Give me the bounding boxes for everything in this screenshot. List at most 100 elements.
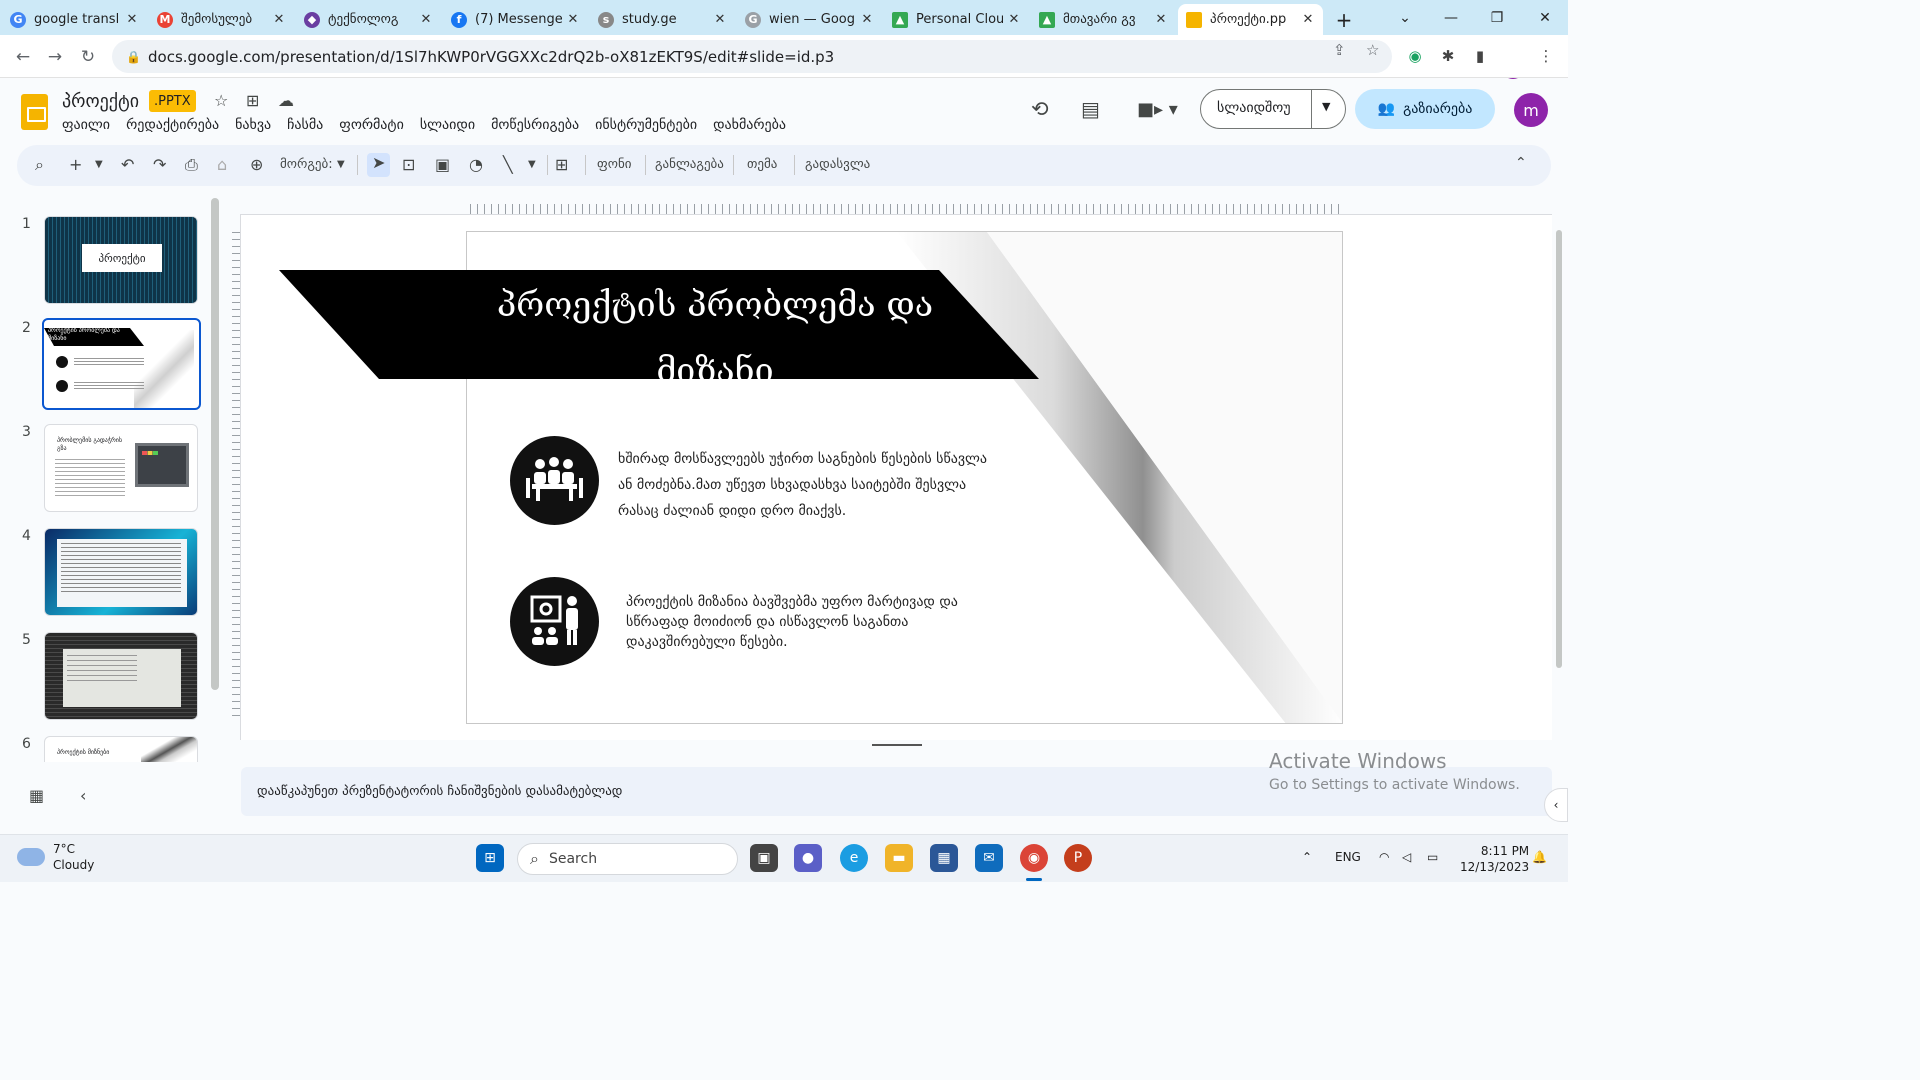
menu-format[interactable]: ფორმატი <box>339 117 404 133</box>
browser-tab-active[interactable]: პროექტი.pp ✕ <box>1178 4 1323 35</box>
browser-tab[interactable]: ◆ ტექნოლოგ ✕ <box>296 4 441 35</box>
reload-icon[interactable]: ↻ <box>75 44 101 70</box>
powerpoint-icon[interactable]: P <box>1064 844 1092 872</box>
battery-icon[interactable]: ▭ <box>1427 850 1438 864</box>
store-icon[interactable]: ▦ <box>930 844 958 872</box>
slide-thumbnail-2[interactable]: პროექტის პრობლემა და მიზანი <box>42 318 201 410</box>
browser-tab[interactable]: G wien — Goog ✕ <box>737 4 882 35</box>
transition-button[interactable]: გადასვლა <box>805 157 870 172</box>
canvas-scrollbar[interactable] <box>1556 230 1562 668</box>
search-menus-icon[interactable]: ⌕ <box>35 155 44 175</box>
comment-add-icon[interactable]: ⊞ <box>555 155 568 174</box>
zoom-icon[interactable]: ⊕ <box>250 155 263 174</box>
problem-text[interactable]: ხშირად მოსწავლეებს უჭირთ საგნების წესები… <box>618 446 987 524</box>
close-icon[interactable]: ✕ <box>272 12 286 27</box>
collapse-filmstrip-icon[interactable]: ‹ <box>80 786 86 805</box>
browser-tab[interactable]: G google transl ✕ <box>2 4 147 35</box>
slide-thumbnail-3[interactable]: პრობლემის გადაჭრის გზა <box>44 424 198 512</box>
slide-thumbnail-1[interactable]: პროექტი <box>44 216 198 304</box>
close-icon[interactable]: ✕ <box>1154 12 1168 27</box>
close-icon[interactable]: ✕ <box>566 12 580 27</box>
notes-resize-handle[interactable] <box>872 744 922 746</box>
close-icon[interactable]: ✕ <box>1301 12 1315 27</box>
side-panel-toggle[interactable]: ‹ <box>1544 788 1568 822</box>
chevron-down-icon[interactable]: ▼ <box>1322 100 1330 113</box>
side-panel-icon[interactable]: ▮ <box>1470 46 1490 66</box>
document-title[interactable]: პროექტი <box>62 91 139 112</box>
redo-icon[interactable]: ↷ <box>153 155 166 174</box>
volume-icon[interactable]: ◁ <box>1402 850 1411 864</box>
new-slide-icon[interactable]: + <box>69 155 82 174</box>
chrome-icon[interactable]: ◉ <box>1020 844 1048 872</box>
print-icon[interactable]: ⎙ <box>185 155 198 175</box>
teams-icon[interactable]: ● <box>794 844 822 872</box>
window-close-icon[interactable]: ✕ <box>1522 0 1568 35</box>
tray-overflow-icon[interactable]: ⌃ <box>1302 850 1312 864</box>
edge-icon[interactable]: e <box>840 844 868 872</box>
tab-search-icon[interactable]: ⌄ <box>1382 0 1428 35</box>
menu-help[interactable]: დახმარება <box>713 117 786 133</box>
windows-start-icon[interactable]: ⊞ <box>476 844 504 872</box>
slide-thumbnail-6[interactable]: პროექტის მიზნები <box>44 736 198 762</box>
wifi-icon[interactable]: ◠ <box>1379 850 1389 864</box>
close-icon[interactable]: ✕ <box>125 12 139 27</box>
taskbar-clock[interactable]: 8:11 PM 12/13/2023 <box>1460 843 1529 875</box>
browser-tab[interactable]: ▲ Personal Clou ✕ <box>884 4 1029 35</box>
image-icon[interactable]: ▣ <box>435 155 450 174</box>
minimize-icon[interactable]: — <box>1428 0 1474 35</box>
back-icon[interactable]: ← <box>10 44 36 70</box>
menu-edit[interactable]: რედაქტირება <box>126 117 219 133</box>
weather-widget[interactable]: 7°C Cloudy <box>17 841 94 873</box>
filmstrip-scrollbar[interactable] <box>211 198 219 690</box>
slide-title[interactable]: პროექტის პრობლემა და მიზანი <box>400 272 1030 404</box>
maximize-icon[interactable]: ❐ <box>1474 0 1520 35</box>
undo-icon[interactable]: ↶ <box>121 155 134 174</box>
comments-icon[interactable]: ▤ <box>1081 97 1100 121</box>
chevron-down-icon[interactable]: ▼ <box>95 159 103 170</box>
meet-camera-icon[interactable]: ■▸ ▾ <box>1137 99 1178 120</box>
chevron-down-icon[interactable]: ▼ <box>528 159 536 170</box>
theme-button[interactable]: თემა <box>747 157 777 172</box>
line-icon[interactable]: ╲ <box>503 155 513 174</box>
mail-icon[interactable]: ✉ <box>975 844 1003 872</box>
slideshow-button[interactable]: სლაიდშოუ ▼ <box>1200 89 1346 129</box>
select-tool-icon[interactable]: ➤ <box>367 153 391 177</box>
file-explorer-icon[interactable]: ▬ <box>885 844 913 872</box>
browser-tab[interactable]: s study.ge ✕ <box>590 4 735 35</box>
layout-button[interactable]: განლაგება <box>655 157 724 172</box>
menu-file[interactable]: ფაილი <box>62 117 110 133</box>
star-icon[interactable]: ☆ <box>214 91 228 110</box>
grid-view-icon[interactable]: ▦ <box>29 786 44 805</box>
chevron-down-icon[interactable]: ▼ <box>337 159 345 170</box>
background-button[interactable]: ფონი <box>597 157 631 172</box>
text-box-icon[interactable]: ⊡ <box>402 155 415 174</box>
close-icon[interactable]: ✕ <box>860 12 874 27</box>
browser-tab[interactable]: f (7) Messenge ✕ <box>443 4 588 35</box>
grammarly-icon[interactable]: ◉ <box>1405 46 1425 66</box>
new-tab-button[interactable]: + <box>1329 4 1359 35</box>
menu-arrange[interactable]: მოწესრიგება <box>491 117 579 133</box>
version-history-icon[interactable]: ⟲ <box>1031 97 1049 121</box>
task-view-icon[interactable]: ▣ <box>750 844 778 872</box>
language-indicator[interactable]: ENG <box>1335 850 1361 864</box>
paint-format-icon[interactable]: ⌂ <box>217 155 227 174</box>
shape-icon[interactable]: ◔ <box>469 155 483 174</box>
notification-icon[interactable]: 🔔 <box>1532 850 1547 864</box>
cloud-status-icon[interactable]: ☁ <box>278 91 294 110</box>
share-page-icon[interactable]: ⇪ <box>1333 41 1346 59</box>
taskbar-search[interactable]: ⌕ Search <box>517 843 738 875</box>
slide-thumbnail-4[interactable] <box>44 528 198 616</box>
menu-insert[interactable]: ჩასმა <box>287 117 323 133</box>
menu-view[interactable]: ნახვა <box>235 117 271 133</box>
close-icon[interactable]: ✕ <box>713 12 727 27</box>
menu-slide[interactable]: სლაიდი <box>420 117 475 133</box>
forward-icon[interactable]: → <box>42 44 68 70</box>
close-icon[interactable]: ✕ <box>1007 12 1021 27</box>
browser-tab[interactable]: ▲ მთავარი გვ ✕ <box>1031 4 1176 35</box>
bookmark-star-icon[interactable]: ☆ <box>1366 41 1379 59</box>
slide-thumbnail-5[interactable] <box>44 632 198 720</box>
move-folder-icon[interactable]: ⊞ <box>246 91 259 110</box>
menu-tools[interactable]: ინსტრუმენტები <box>595 117 697 133</box>
zoom-select[interactable]: მორგებ: <box>280 157 333 172</box>
browser-tab[interactable]: M შემოსულებ ✕ <box>149 4 294 35</box>
